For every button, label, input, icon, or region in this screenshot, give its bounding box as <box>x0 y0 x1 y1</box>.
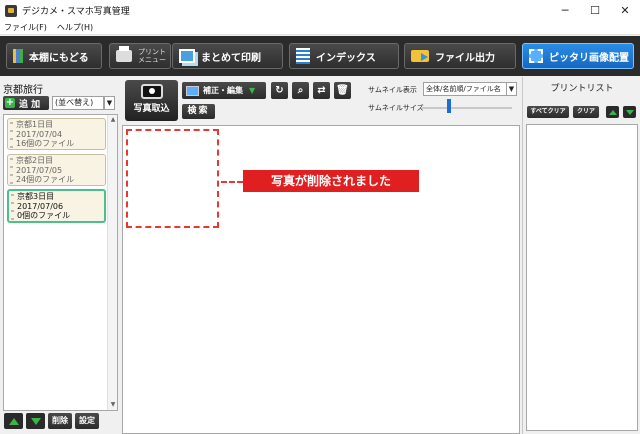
menu-file[interactable]: ファイル(F) <box>4 22 47 33</box>
minimize-button[interactable]: ─ <box>550 0 580 21</box>
album-date: 2017/07/04 <box>16 129 63 139</box>
print-menu-label: プリント メニュー <box>138 48 166 64</box>
close-button[interactable]: ✕ <box>610 0 640 21</box>
thumbnail-size-label: サムネイルサイズ <box>368 104 424 112</box>
arrow-up-icon <box>608 109 617 115</box>
thumbnail-size-slider[interactable] <box>422 107 512 109</box>
photo-stack-icon <box>179 49 195 63</box>
arrow-up-icon <box>8 417 19 425</box>
deleted-photo-placeholder <box>126 129 219 228</box>
album-list: 京都1日目 2017/07/04 16個のファイル 京都2日目 2017/07/… <box>3 114 118 411</box>
thumbnail-display-dropdown[interactable]: 全体/名前順/ファイル名 <box>423 82 508 96</box>
album-name: 京都1日目 <box>16 120 54 129</box>
fit-layout-button[interactable]: ピッタリ画像配置 <box>522 43 634 69</box>
back-to-shelf-label: 本棚にもどる <box>29 52 89 64</box>
album-name: 京都2日目 <box>16 156 54 165</box>
monitor-icon <box>186 85 199 96</box>
binding-dots <box>11 194 14 220</box>
index-button[interactable]: インデックス <box>289 43 399 69</box>
album-panel: 京都旅行 + 追 加 (並べ替え) ▼ 京都1日目 2017/07/04 16個… <box>0 77 119 434</box>
window-title: デジカメ・スマホ写真管理 <box>22 7 130 17</box>
album-name: 京都3日目 <box>17 192 55 201</box>
fit-layout-label: ピッタリ画像配置 <box>549 52 629 64</box>
binding-dots <box>10 158 13 184</box>
rotate-icon[interactable]: ↻ <box>271 82 288 99</box>
binding-dots <box>10 122 13 148</box>
slider-handle[interactable] <box>447 99 451 113</box>
zoom-icon[interactable]: ⌕ <box>292 82 309 99</box>
move-up-button[interactable] <box>606 106 619 118</box>
print-list-panel: プリントリスト すべてクリア クリア <box>522 77 640 434</box>
add-album-button[interactable]: + 追 加 <box>3 96 49 110</box>
import-photos-label: 写真取込 <box>133 104 170 114</box>
album-item[interactable]: 京都2日目 2017/07/05 24個のファイル <box>7 154 106 186</box>
callout-leader <box>221 181 243 183</box>
title-bar: デジカメ・スマホ写真管理 ─ ☐ ✕ <box>0 0 640 21</box>
album-count: 0個のファイル <box>17 211 71 220</box>
scroll-down-icon[interactable]: ▼ <box>108 400 118 410</box>
window-controls: ─ ☐ ✕ <box>550 0 640 21</box>
add-album-label: 追 加 <box>19 99 41 110</box>
album-actions: 削除 設定 <box>4 413 99 429</box>
main-toolbar: 本棚にもどる プリント メニュー まとめて印刷 インデックス ファイル出力 ピッ… <box>0 36 640 76</box>
camera-icon <box>140 84 163 99</box>
album-item-selected[interactable]: 京都3日目 2017/07/06 0個のファイル <box>7 189 106 223</box>
search-button[interactable]: 検索 <box>182 104 215 119</box>
bookshelf-icon <box>13 49 23 63</box>
plus-icon: + <box>5 97 15 108</box>
clear-all-button[interactable]: すべてクリア <box>527 106 569 118</box>
deleted-callout: 写真が削除されました <box>243 170 419 192</box>
maximize-button[interactable]: ☐ <box>580 0 610 21</box>
sort-dropdown[interactable]: (並べ替え) <box>52 96 104 110</box>
album-title: 京都旅行 <box>3 85 43 96</box>
clear-button[interactable]: クリア <box>573 106 599 118</box>
trash-icon[interactable]: 🗑 <box>334 82 351 99</box>
arrow-down-icon <box>30 417 41 425</box>
edit-button[interactable]: 補正・編集 ▼ <box>182 82 266 99</box>
settings-button[interactable]: 設定 <box>75 413 99 429</box>
swap-icon[interactable]: ⇄ <box>313 82 330 99</box>
print-menu-button[interactable]: プリント メニュー <box>109 43 171 69</box>
printer-icon <box>116 46 132 62</box>
print-list[interactable] <box>526 124 638 431</box>
delete-album-button[interactable]: 削除 <box>48 413 72 429</box>
chevron-down-icon[interactable]: ▼ <box>104 96 115 110</box>
index-label: インデックス <box>316 52 376 64</box>
album-count: 24個のファイル <box>16 175 75 184</box>
fit-layout-icon <box>529 49 543 63</box>
move-down-button[interactable] <box>623 106 636 118</box>
thumbnail-display-label: サムネイル表示 <box>368 86 417 94</box>
back-to-shelf-button[interactable]: 本棚にもどる <box>6 43 102 69</box>
album-count: 16個のファイル <box>16 139 75 148</box>
menu-help[interactable]: ヘルプ(H) <box>57 22 93 33</box>
file-output-button[interactable]: ファイル出力 <box>404 43 516 69</box>
album-list-scrollbar[interactable]: ▲ ▼ <box>107 115 117 410</box>
file-output-label: ファイル出力 <box>435 52 495 64</box>
menu-bar: ファイル(F) ヘルプ(H) <box>0 21 640 35</box>
arrow-down-icon <box>625 109 634 115</box>
app-icon <box>5 4 17 17</box>
scroll-up-icon[interactable]: ▲ <box>108 115 118 125</box>
index-icon <box>296 48 310 64</box>
move-up-button[interactable] <box>4 413 23 429</box>
print-list-title: プリントリスト <box>550 84 614 94</box>
album-item[interactable]: 京都1日目 2017/07/04 16個のファイル <box>7 118 106 150</box>
batch-print-label: まとめて印刷 <box>201 52 261 64</box>
chevron-down-icon[interactable]: ▼ <box>506 82 517 96</box>
edit-label: 補正・編集 <box>203 86 243 95</box>
photo-panel: 写真取込 補正・編集 ▼ ↻ ⌕ ⇄ 🗑 検索 サムネイル表示 全体/名前順/フ… <box>122 77 520 434</box>
folder-export-icon <box>411 50 429 62</box>
import-photos-button[interactable]: 写真取込 <box>125 80 178 121</box>
move-down-button[interactable] <box>26 413 45 429</box>
batch-print-button[interactable]: まとめて印刷 <box>172 43 283 69</box>
photo-grid[interactable]: 写真が削除されました <box>122 125 520 434</box>
album-date: 2017/07/05 <box>16 165 63 175</box>
album-date: 2017/07/06 <box>17 201 64 211</box>
dropdown-arrow-icon: ▼ <box>249 86 256 95</box>
